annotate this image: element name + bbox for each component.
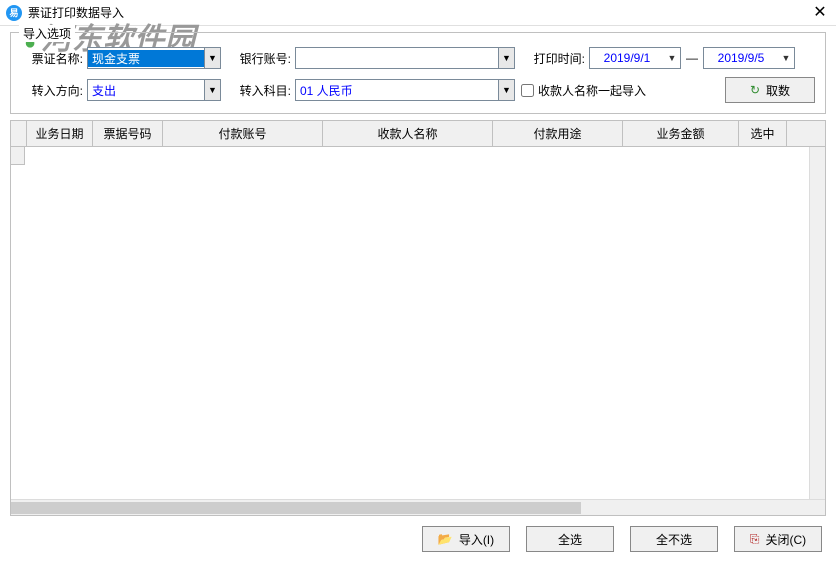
col-header-payee[interactable]: 收款人名称 bbox=[323, 121, 493, 147]
fetch-button[interactable]: ↻ 取数 bbox=[725, 77, 815, 103]
date-from-input[interactable]: 2019/9/1 ▼ bbox=[589, 47, 681, 69]
folder-open-icon: 📂 bbox=[438, 532, 453, 546]
import-button-label: 导入(I) bbox=[459, 531, 494, 548]
close-button-label: 关闭(C) bbox=[765, 531, 806, 548]
col-header-purpose[interactable]: 付款用途 bbox=[493, 121, 623, 147]
close-icon[interactable]: ✕ bbox=[810, 2, 830, 22]
chevron-down-icon[interactable]: ▼ bbox=[664, 53, 680, 63]
import-payee-check-input[interactable] bbox=[521, 84, 534, 97]
window-title: 票证打印数据导入 bbox=[28, 4, 124, 21]
col-header-bill-no[interactable]: 票据号码 bbox=[93, 121, 163, 147]
date-from-value: 2019/9/1 bbox=[590, 51, 664, 65]
exit-icon: ⎘ bbox=[750, 532, 760, 547]
cert-name-combo[interactable]: 现金支票 ▼ bbox=[87, 47, 221, 69]
col-header-pay-acct[interactable]: 付款账号 bbox=[163, 121, 323, 147]
table-body bbox=[11, 147, 825, 499]
import-payee-checkbox[interactable]: 收款人名称一起导入 bbox=[521, 82, 646, 99]
col-header-amount[interactable]: 业务金额 bbox=[623, 121, 739, 147]
cert-name-value: 现金支票 bbox=[88, 50, 204, 67]
select-none-label: 全不选 bbox=[656, 531, 692, 548]
chevron-down-icon[interactable]: ▼ bbox=[204, 48, 220, 68]
titlebar: 易 票证打印数据导入 ✕ bbox=[0, 0, 836, 26]
direction-combo[interactable]: 支出 ▼ bbox=[87, 79, 221, 101]
select-all-button[interactable]: 全选 bbox=[526, 526, 614, 552]
chevron-down-icon[interactable]: ▼ bbox=[204, 80, 220, 100]
date-separator: — bbox=[686, 51, 698, 65]
select-all-label: 全选 bbox=[558, 531, 582, 548]
fetch-button-label: 取数 bbox=[766, 82, 790, 99]
chevron-down-icon[interactable]: ▼ bbox=[498, 80, 514, 100]
vertical-scrollbar[interactable] bbox=[809, 147, 825, 499]
subject-combo[interactable]: 01 人民币 ▼ bbox=[295, 79, 515, 101]
horizontal-scrollbar[interactable] bbox=[11, 499, 825, 515]
row-selector-header bbox=[11, 121, 27, 147]
select-none-button[interactable]: 全不选 bbox=[630, 526, 718, 552]
close-button[interactable]: ⎘ 关闭(C) bbox=[734, 526, 822, 552]
direction-label: 转入方向: bbox=[21, 82, 83, 99]
chevron-down-icon[interactable]: ▼ bbox=[778, 53, 794, 63]
subject-label: 转入科目: bbox=[229, 82, 291, 99]
col-header-date[interactable]: 业务日期 bbox=[27, 121, 93, 147]
col-header-selected[interactable]: 选中 bbox=[739, 121, 787, 147]
direction-value: 支出 bbox=[88, 82, 204, 99]
date-to-value: 2019/9/5 bbox=[704, 51, 778, 65]
date-to-input[interactable]: 2019/9/5 ▼ bbox=[703, 47, 795, 69]
row-stub bbox=[11, 147, 25, 165]
chevron-down-icon[interactable]: ▼ bbox=[498, 48, 514, 68]
cert-name-label: 票证名称: bbox=[21, 50, 83, 67]
subject-value: 01 人民币 bbox=[296, 82, 498, 99]
import-options-group: 导入选项 票证名称: 现金支票 ▼ 银行账号: ▼ 打印时间: 2019/9/1… bbox=[10, 32, 826, 114]
scroll-thumb[interactable] bbox=[11, 502, 581, 514]
options-legend: 导入选项 bbox=[19, 25, 75, 42]
table-header: 业务日期 票据号码 付款账号 收款人名称 付款用途 业务金额 选中 bbox=[11, 121, 825, 147]
import-payee-check-label: 收款人名称一起导入 bbox=[538, 82, 646, 99]
data-table: 业务日期 票据号码 付款账号 收款人名称 付款用途 业务金额 选中 bbox=[10, 120, 826, 516]
refresh-icon: ↻ bbox=[750, 83, 760, 97]
print-time-label: 打印时间: bbox=[523, 50, 585, 67]
bank-acct-label: 银行账号: bbox=[229, 50, 291, 67]
header-scroll-gap bbox=[787, 121, 825, 147]
bank-acct-combo[interactable]: ▼ bbox=[295, 47, 515, 69]
import-button[interactable]: 📂 导入(I) bbox=[422, 526, 510, 552]
app-icon: 易 bbox=[6, 5, 22, 21]
footer-buttons: 📂 导入(I) 全选 全不选 ⎘ 关闭(C) bbox=[10, 518, 826, 552]
